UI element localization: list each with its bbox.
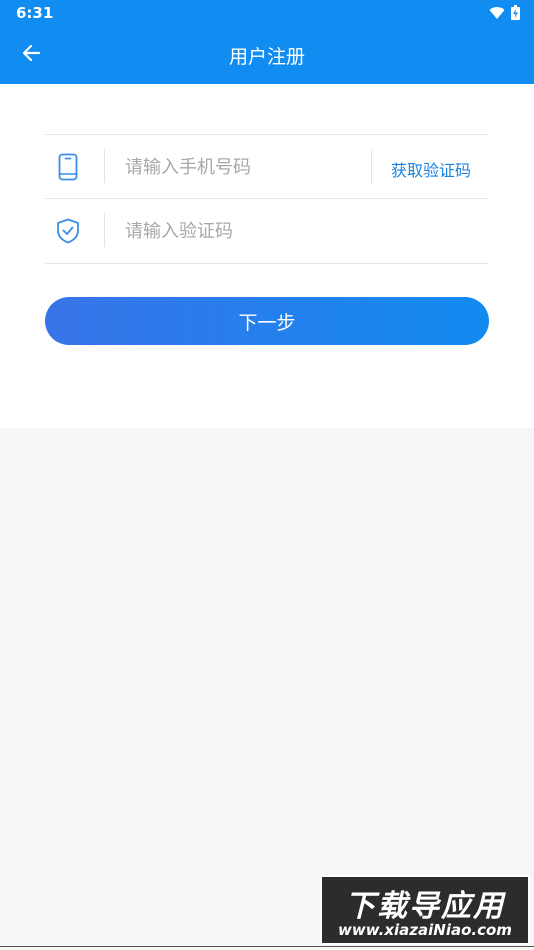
- shield-check-icon: [53, 215, 83, 247]
- watermark-title: 下载导应用: [345, 889, 505, 924]
- watermark-logo: 下载导应用 www.xiazaiNiao.com: [320, 875, 530, 945]
- code-input[interactable]: [123, 213, 347, 249]
- phone-row: 获取验证码: [45, 134, 489, 199]
- next-button[interactable]: 下一步: [45, 297, 489, 345]
- phone-input[interactable]: [123, 149, 347, 185]
- divider: [104, 149, 105, 183]
- phone-icon: [53, 151, 83, 183]
- watermark-url: www.xiazaiNiao.com: [338, 921, 512, 939]
- divider: [371, 149, 372, 183]
- status-icons: [489, 5, 520, 24]
- bottom-divider: [0, 946, 534, 947]
- register-form: 获取验证码 下一步: [0, 84, 534, 428]
- battery-icon: [511, 5, 520, 24]
- code-row: [45, 198, 489, 264]
- app-bar: 6:31 用户注册: [0, 0, 534, 84]
- status-time: 6:31: [16, 4, 54, 22]
- page-title: 用户注册: [228, 46, 305, 68]
- get-code-button[interactable]: 获取验证码: [391, 157, 471, 181]
- wifi-icon: [489, 5, 505, 24]
- divider: [104, 213, 105, 247]
